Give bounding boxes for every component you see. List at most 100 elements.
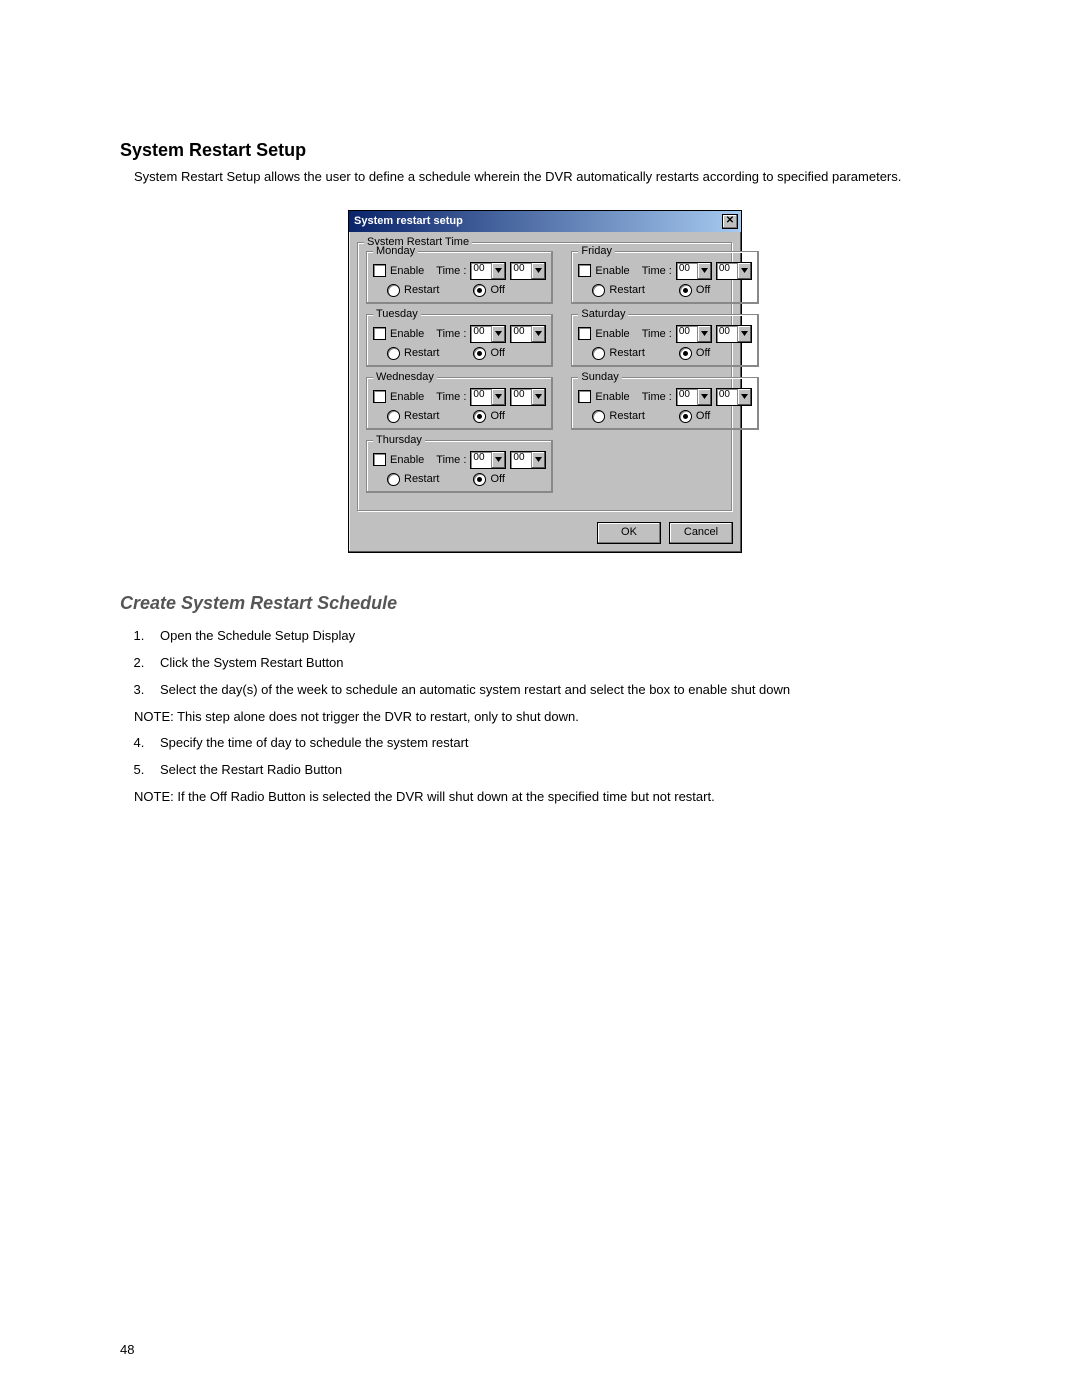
minute-select[interactable]: 00 <box>510 262 546 280</box>
system-restart-time-group: System Restart Time Monday Enable Time :… <box>357 242 733 512</box>
chevron-down-icon[interactable] <box>491 326 505 342</box>
restart-label: Restart <box>609 347 644 359</box>
chevron-down-icon[interactable] <box>491 263 505 279</box>
day-group-tuesday: Tuesday Enable Time : 00 00 Restart Off <box>366 314 553 367</box>
enable-label: Enable <box>595 265 629 277</box>
close-icon[interactable]: ✕ <box>722 214 738 229</box>
restart-radio[interactable] <box>387 347 400 360</box>
off-label: Off <box>490 410 504 422</box>
day-group-monday: Monday Enable Time : 00 00 Restart Off <box>366 251 553 304</box>
chevron-down-icon[interactable] <box>531 389 545 405</box>
step-item: Specify the time of day to schedule the … <box>148 735 970 752</box>
enable-checkbox[interactable] <box>373 327 386 340</box>
enable-label: Enable <box>595 328 629 340</box>
hour-select[interactable]: 00 <box>676 262 712 280</box>
hour-select[interactable]: 00 <box>470 451 506 469</box>
chevron-down-icon[interactable] <box>737 263 751 279</box>
chevron-down-icon[interactable] <box>531 326 545 342</box>
off-label: Off <box>696 410 710 422</box>
day-group-friday: Friday Enable Time : 00 00 Restart Off <box>571 251 758 304</box>
time-label: Time : <box>642 391 672 403</box>
restart-label: Restart <box>404 473 439 485</box>
off-radio[interactable] <box>473 473 486 486</box>
chevron-down-icon[interactable] <box>697 389 711 405</box>
page-number: 48 <box>120 1342 134 1357</box>
minute-select[interactable]: 00 <box>510 451 546 469</box>
enable-checkbox[interactable] <box>578 327 591 340</box>
day-legend: Monday <box>373 245 418 257</box>
restart-radio[interactable] <box>387 473 400 486</box>
off-radio[interactable] <box>473 347 486 360</box>
step-item: Open the Schedule Setup Display <box>148 628 970 645</box>
time-label: Time : <box>642 328 672 340</box>
enable-label: Enable <box>390 391 424 403</box>
enable-checkbox[interactable] <box>373 453 386 466</box>
day-group-wednesday: Wednesday Enable Time : 00 00 Restart Of… <box>366 377 553 430</box>
intro-paragraph: System Restart Setup allows the user to … <box>134 169 970 186</box>
off-radio[interactable] <box>679 284 692 297</box>
off-label: Off <box>696 284 710 296</box>
day-legend: Wednesday <box>373 371 437 383</box>
chevron-down-icon[interactable] <box>531 452 545 468</box>
restart-label: Restart <box>404 284 439 296</box>
day-group-sunday: Sunday Enable Time : 00 00 Restart Off <box>571 377 758 430</box>
restart-radio[interactable] <box>387 410 400 423</box>
restart-radio[interactable] <box>387 284 400 297</box>
off-radio[interactable] <box>473 284 486 297</box>
restart-radio[interactable] <box>592 284 605 297</box>
minute-select[interactable]: 00 <box>510 325 546 343</box>
off-radio[interactable] <box>679 347 692 360</box>
off-label: Off <box>696 347 710 359</box>
hour-select[interactable]: 00 <box>470 388 506 406</box>
chevron-down-icon[interactable] <box>531 263 545 279</box>
time-label: Time : <box>436 454 466 466</box>
minute-select[interactable]: 00 <box>716 325 752 343</box>
dialog-titlebar: System restart setup ✕ <box>349 211 741 232</box>
enable-checkbox[interactable] <box>578 390 591 403</box>
enable-label: Enable <box>595 391 629 403</box>
cancel-button[interactable]: Cancel <box>669 522 733 544</box>
off-label: Off <box>490 473 504 485</box>
hour-select[interactable]: 00 <box>676 325 712 343</box>
day-legend: Sunday <box>578 371 621 383</box>
enable-label: Enable <box>390 454 424 466</box>
restart-label: Restart <box>609 410 644 422</box>
dialog-title: System restart setup <box>354 215 463 227</box>
note-text: NOTE: If the Off Radio Button is selecte… <box>134 789 970 806</box>
section-title: System Restart Setup <box>120 140 970 161</box>
hour-select[interactable]: 00 <box>470 325 506 343</box>
day-group-saturday: Saturday Enable Time : 00 00 Restart Off <box>571 314 758 367</box>
off-radio[interactable] <box>679 410 692 423</box>
chevron-down-icon[interactable] <box>697 263 711 279</box>
chevron-down-icon[interactable] <box>491 452 505 468</box>
system-restart-dialog: System restart setup ✕ System Restart Ti… <box>348 210 742 553</box>
day-legend: Tuesday <box>373 308 421 320</box>
ok-button[interactable]: OK <box>597 522 661 544</box>
chevron-down-icon[interactable] <box>737 326 751 342</box>
restart-radio[interactable] <box>592 410 605 423</box>
restart-radio[interactable] <box>592 347 605 360</box>
minute-select[interactable]: 00 <box>716 388 752 406</box>
day-group-thursday: Thursday Enable Time : 00 00 Restart Off <box>366 440 553 493</box>
minute-select[interactable]: 00 <box>716 262 752 280</box>
enable-checkbox[interactable] <box>373 390 386 403</box>
enable-label: Enable <box>390 265 424 277</box>
chevron-down-icon[interactable] <box>491 389 505 405</box>
time-label: Time : <box>642 265 672 277</box>
chevron-down-icon[interactable] <box>697 326 711 342</box>
restart-label: Restart <box>404 410 439 422</box>
subsection-title: Create System Restart Schedule <box>120 593 970 614</box>
enable-checkbox[interactable] <box>373 264 386 277</box>
enable-checkbox[interactable] <box>578 264 591 277</box>
hour-select[interactable]: 00 <box>470 262 506 280</box>
step-item: Select the Restart Radio Button <box>148 762 970 779</box>
chevron-down-icon[interactable] <box>737 389 751 405</box>
steps-list-1: Open the Schedule Setup Display Click th… <box>148 628 970 699</box>
day-legend: Friday <box>578 245 615 257</box>
hour-select[interactable]: 00 <box>676 388 712 406</box>
time-label: Time : <box>436 391 466 403</box>
off-radio[interactable] <box>473 410 486 423</box>
step-item: Select the day(s) of the week to schedul… <box>148 682 970 699</box>
day-legend: Thursday <box>373 434 425 446</box>
minute-select[interactable]: 00 <box>510 388 546 406</box>
